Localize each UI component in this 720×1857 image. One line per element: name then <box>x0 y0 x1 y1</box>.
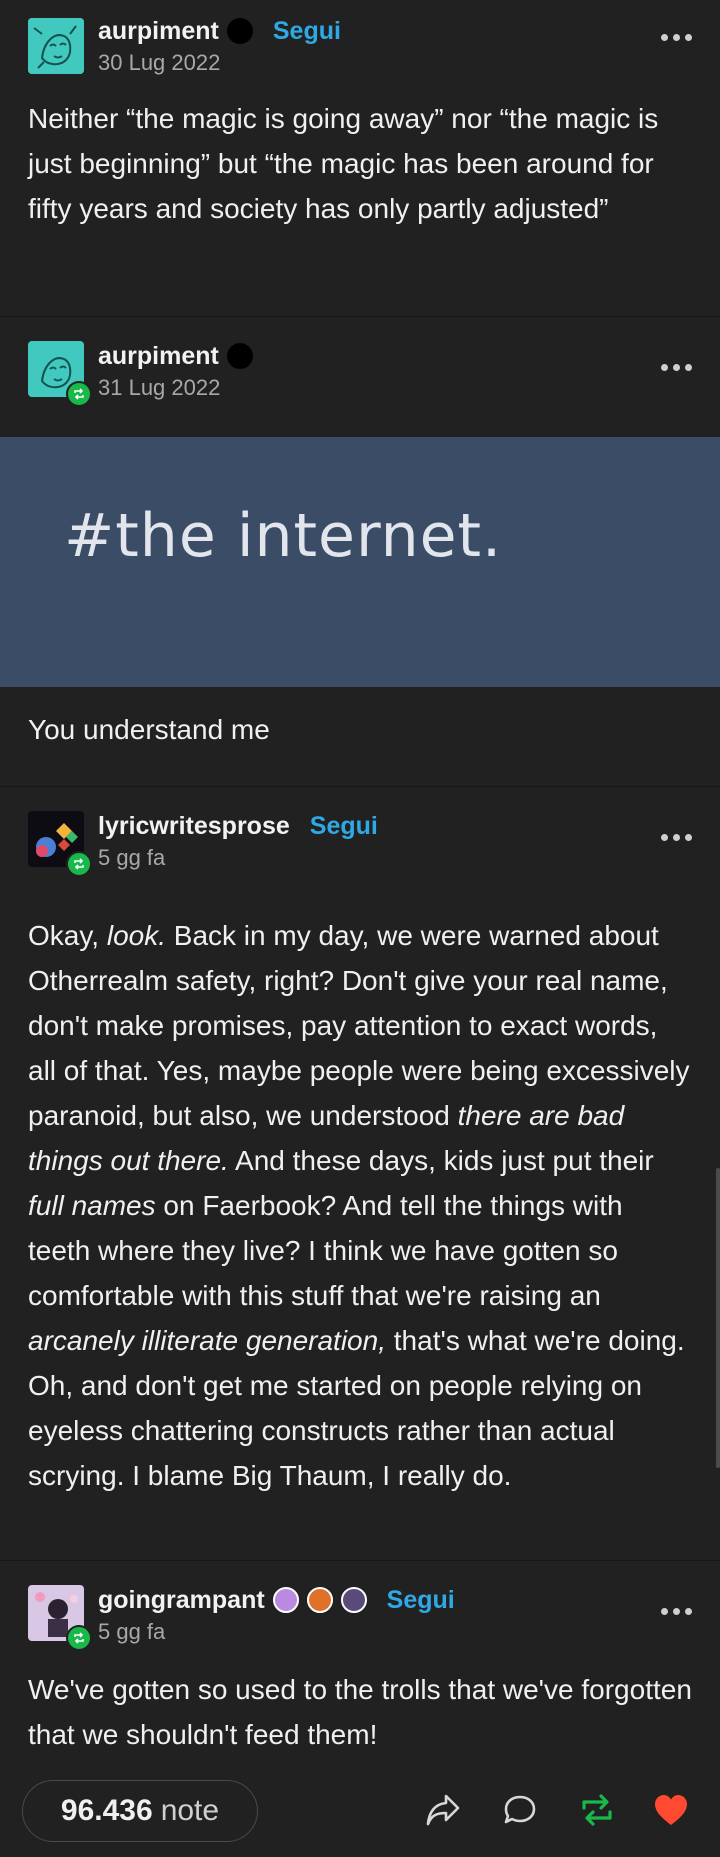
post-date: 30 Lug 2022 <box>98 50 221 75</box>
reblog-badge-icon <box>66 851 92 877</box>
follow-button[interactable]: Segui <box>310 812 378 841</box>
post-text: Okay, look. Back in my day, we were warn… <box>0 883 720 1526</box>
post-2: aurpiment 31 Lug 2022 #the internet. You… <box>0 317 720 787</box>
reblog-badge-icon <box>66 381 92 407</box>
follow-button[interactable]: Segui <box>387 1586 455 1615</box>
text-run-italic: look. <box>106 920 166 951</box>
post-date: 31 Lug 2022 <box>98 375 221 400</box>
badge-2-icon <box>306 1587 333 1613</box>
more-options-icon[interactable] <box>661 1608 692 1615</box>
post-4: goingrampant Segui 5 gg fa We've gotten … <box>0 1561 720 1781</box>
post-header: lyricwritesprose Segui 5 gg fa <box>0 787 720 883</box>
more-options-icon[interactable] <box>661 364 692 371</box>
avatar[interactable] <box>28 18 84 74</box>
follow-button[interactable]: Segui <box>273 17 341 46</box>
name-line: aurpiment <box>98 339 253 373</box>
more-options-icon[interactable] <box>661 834 692 841</box>
post-image[interactable]: #the internet. <box>0 437 720 687</box>
post-header: goingrampant Segui 5 gg fa <box>0 1561 720 1651</box>
reblog-icon[interactable] <box>578 1792 616 1833</box>
post-date: 5 gg fa <box>98 845 166 870</box>
reblog-badge-icon <box>66 1625 92 1651</box>
post-1: aurpiment Segui 30 Lug 2022 Neither “the… <box>0 0 720 317</box>
image-text: #the internet. <box>64 501 503 571</box>
name-line: aurpiment Segui <box>98 14 341 48</box>
share-icon[interactable] <box>424 1792 462 1833</box>
reply-icon[interactable] <box>502 1792 538 1833</box>
post-date: 5 gg fa <box>98 1619 166 1644</box>
blogname[interactable]: aurpiment <box>98 17 219 46</box>
notes-label: note <box>160 1794 220 1827</box>
text-run-italic: full names <box>28 1190 156 1221</box>
post-text: Neither “the magic is going away” nor “t… <box>28 103 659 224</box>
post-footer: 96.436 note <box>0 1774 720 1857</box>
post-text: You understand me <box>28 714 270 745</box>
text-run: And these days, kids just put their <box>228 1145 654 1176</box>
more-options-icon[interactable] <box>661 34 692 41</box>
notes-count: 96.436 <box>60 1794 153 1827</box>
notes-button[interactable]: 96.436 note <box>22 1780 258 1842</box>
blog-badge-icon <box>226 18 253 44</box>
name-line: goingrampant Segui <box>98 1583 455 1617</box>
post-text: We've gotten so used to the trolls that … <box>28 1674 692 1750</box>
blogname[interactable]: lyricwritesprose <box>98 812 290 841</box>
post-3: lyricwritesprose Segui 5 gg fa Okay, loo… <box>0 787 720 1561</box>
badge-3-icon <box>340 1587 367 1613</box>
scrollbar[interactable] <box>716 1168 720 1468</box>
post-header: aurpiment 31 Lug 2022 <box>0 317 720 437</box>
like-icon[interactable] <box>652 1792 690 1833</box>
badge-1-icon <box>272 1587 299 1613</box>
blogname[interactable]: aurpiment <box>98 342 219 371</box>
blogname[interactable]: goingrampant <box>98 1586 265 1615</box>
text-run: Okay, <box>28 920 107 951</box>
post-header: aurpiment Segui 30 Lug 2022 <box>0 0 720 80</box>
name-line: lyricwritesprose Segui <box>98 809 378 843</box>
text-run-italic: arcanely illiterate generation, <box>28 1325 386 1356</box>
blog-badge-icon <box>226 343 253 369</box>
